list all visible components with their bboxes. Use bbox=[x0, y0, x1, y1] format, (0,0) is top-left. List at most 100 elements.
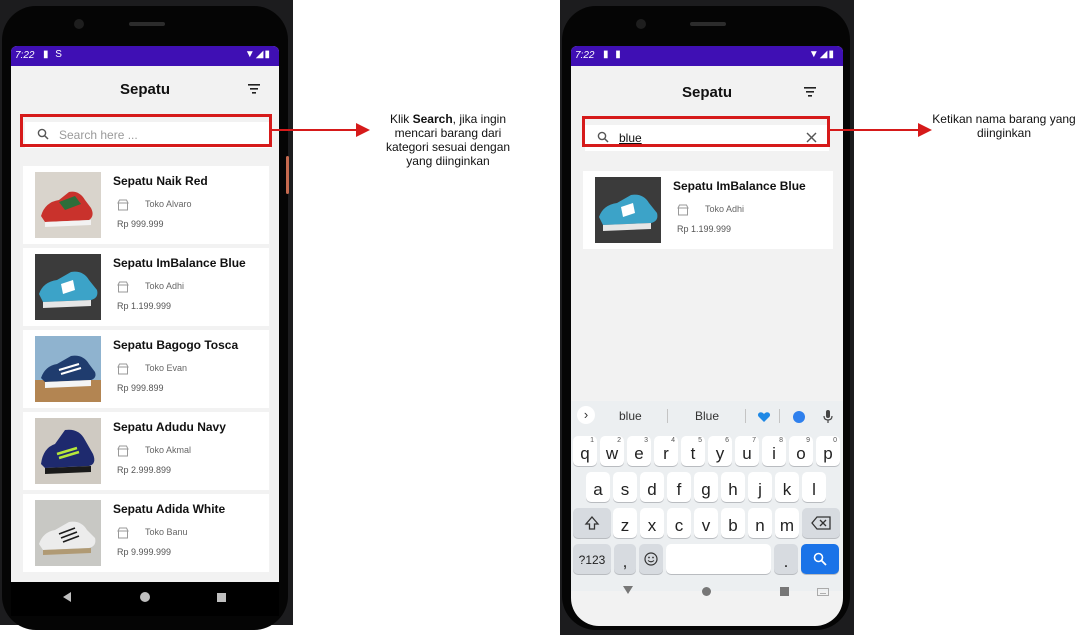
key-b[interactable]: b bbox=[721, 508, 745, 538]
key-v[interactable]: v bbox=[694, 508, 718, 538]
annotation-search-instruction: Klik Search, jika ingin mencari barang d… bbox=[378, 112, 518, 168]
key-o[interactable]: 9o bbox=[789, 436, 813, 466]
annotation-bold: Search bbox=[412, 112, 453, 126]
key-g[interactable]: g bbox=[694, 472, 718, 502]
key-label: a bbox=[593, 480, 603, 499]
key-s[interactable]: s bbox=[613, 472, 637, 502]
arrow-head bbox=[356, 123, 370, 137]
key-label: e bbox=[634, 444, 644, 463]
symbols-key[interactable]: ?123 bbox=[573, 544, 611, 574]
key-i[interactable]: 8i bbox=[762, 436, 786, 466]
key-t[interactable]: 5t bbox=[681, 436, 705, 466]
product-card[interactable]: Sepatu Adida White Toko Banu Rp 9.999.99… bbox=[23, 494, 269, 572]
key-d[interactable]: d bbox=[640, 472, 664, 502]
microphone-icon[interactable] bbox=[823, 410, 833, 424]
product-price: Rp 2.999.899 bbox=[117, 465, 172, 475]
key-h[interactable]: h bbox=[721, 472, 745, 502]
front-camera bbox=[74, 19, 84, 29]
key-q[interactable]: 1q bbox=[573, 436, 597, 466]
home-icon[interactable] bbox=[140, 592, 150, 602]
divider bbox=[745, 409, 746, 423]
product-name: Sepatu ImBalance Blue bbox=[113, 256, 246, 270]
key-hint: 8 bbox=[779, 437, 783, 444]
recent-apps-icon[interactable] bbox=[217, 593, 226, 602]
search-highlight-box bbox=[20, 114, 272, 147]
search-action-key[interactable] bbox=[801, 544, 839, 574]
suggestion-bar: › blue Blue bbox=[571, 401, 843, 431]
keyboard-icon[interactable] bbox=[817, 588, 829, 596]
period-key[interactable]: . bbox=[774, 544, 798, 574]
key-label: b bbox=[728, 516, 738, 535]
backspace-key[interactable] bbox=[802, 508, 840, 538]
key-l[interactable]: l bbox=[802, 472, 826, 502]
product-card[interactable]: Sepatu Bagogo Tosca Toko Evan Rp 999.899 bbox=[23, 330, 269, 408]
comma-key[interactable]: , bbox=[614, 544, 636, 574]
key-e[interactable]: 3e bbox=[627, 436, 651, 466]
back-icon[interactable] bbox=[63, 592, 71, 602]
back-icon[interactable] bbox=[623, 586, 633, 594]
signal-battery-icons: ▼◢▮ bbox=[244, 49, 271, 60]
key-label: o bbox=[796, 444, 806, 463]
product-card[interactable]: Sepatu Naik Red Toko Alvaro Rp 999.999 bbox=[23, 166, 269, 244]
recent-apps-icon[interactable] bbox=[780, 587, 789, 596]
key-f[interactable]: f bbox=[667, 472, 691, 502]
search-icon bbox=[813, 552, 827, 566]
key-c[interactable]: c bbox=[667, 508, 691, 538]
product-name: Sepatu Adida White bbox=[113, 502, 226, 516]
app-bar: Sepatu bbox=[11, 66, 279, 114]
status-time: 7:22 bbox=[575, 50, 595, 61]
on-screen-keyboard: › blue Blue 1q 2w 3 e 4 r 5 t 6 y 7 u 8 … bbox=[571, 401, 843, 596]
product-name: Sepatu Adudu Navy bbox=[113, 420, 226, 434]
suggestion-2[interactable]: Blue bbox=[695, 409, 719, 423]
key-w[interactable]: 2w bbox=[600, 436, 624, 466]
space-key[interactable] bbox=[666, 544, 771, 574]
filter-icon[interactable] bbox=[247, 82, 261, 96]
home-icon[interactable] bbox=[702, 587, 711, 596]
status-time: 7:22 bbox=[15, 50, 35, 61]
store-name: Toko Akmal bbox=[145, 445, 192, 455]
key-j[interactable]: j bbox=[748, 472, 772, 502]
key-m[interactable]: m bbox=[775, 508, 799, 538]
store-icon bbox=[117, 281, 129, 293]
chevron-right-icon[interactable]: › bbox=[577, 406, 595, 424]
key-hint: 4 bbox=[671, 437, 675, 444]
product-card[interactable]: Sepatu ImBalance Blue Toko Adhi Rp 1.199… bbox=[23, 248, 269, 326]
key-y[interactable]: 6y bbox=[708, 436, 732, 466]
product-image bbox=[35, 172, 101, 238]
key-z[interactable]: z bbox=[613, 508, 637, 538]
key-r[interactable]: 4r bbox=[654, 436, 678, 466]
emoji-key[interactable] bbox=[639, 544, 663, 574]
signal-battery-icons: ▼◢▮ bbox=[808, 49, 835, 60]
left-phone: 7:22 ▮ S ▼◢▮ Sepatu Search here ... Sepa… bbox=[2, 6, 289, 630]
store-icon bbox=[117, 363, 129, 375]
store-name: Toko Alvaro bbox=[145, 199, 192, 209]
heart-emoji-icon[interactable] bbox=[757, 411, 771, 423]
product-image bbox=[35, 254, 101, 320]
key-hint: 9 bbox=[806, 437, 810, 444]
key-label: n bbox=[755, 516, 765, 535]
suggestion-1[interactable]: blue bbox=[619, 409, 642, 423]
key-a[interactable]: a bbox=[586, 472, 610, 502]
key-label: x bbox=[647, 516, 657, 535]
arrow-line bbox=[830, 129, 918, 131]
key-p[interactable]: 0p bbox=[816, 436, 840, 466]
product-card[interactable]: Sepatu Adudu Navy Toko Akmal Rp 2.999.89… bbox=[23, 412, 269, 490]
product-image bbox=[35, 418, 101, 484]
product-price: Rp 999.899 bbox=[117, 383, 164, 393]
key-u[interactable]: 7u bbox=[735, 436, 759, 466]
filter-icon[interactable] bbox=[803, 85, 817, 99]
key-k[interactable]: k bbox=[775, 472, 799, 502]
product-card[interactable]: Sepatu ImBalance Blue Toko Adhi Rp 1.199… bbox=[583, 171, 833, 249]
product-name: Sepatu Bagogo Tosca bbox=[113, 338, 239, 352]
key-label: i bbox=[772, 444, 776, 463]
shift-key[interactable] bbox=[573, 508, 611, 538]
blue-circle-emoji-icon[interactable] bbox=[793, 411, 805, 423]
key-hint: 3 bbox=[644, 437, 648, 444]
key-label: z bbox=[620, 516, 630, 535]
product-image bbox=[35, 500, 101, 566]
store-name: Toko Evan bbox=[145, 363, 188, 373]
key-label: g bbox=[701, 480, 711, 499]
key-x[interactable]: x bbox=[640, 508, 664, 538]
key-n[interactable]: n bbox=[748, 508, 772, 538]
power-button[interactable] bbox=[286, 156, 289, 194]
